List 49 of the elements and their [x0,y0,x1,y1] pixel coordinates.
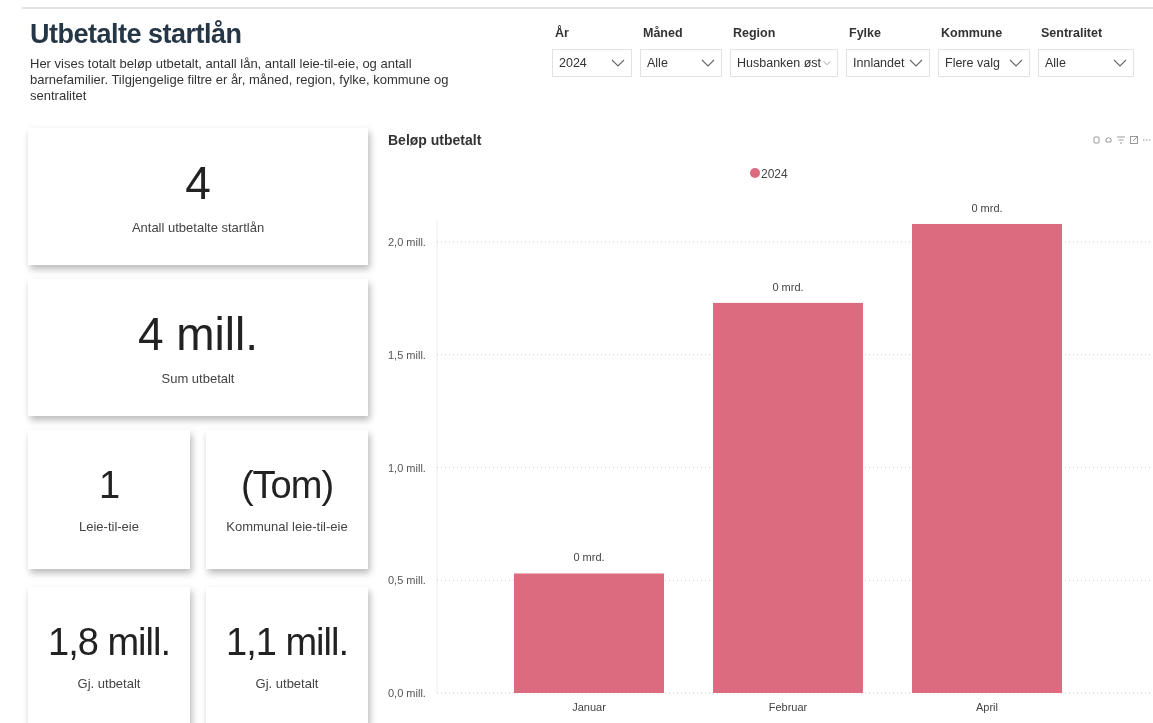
filter-label: Kommune [940,26,1004,40]
kpi-value: (Tom) [240,465,334,507]
legend-label: 2024 [761,166,789,181]
page-title: Utbetalte startlån [30,19,243,50]
y-axis-label: 0,5 mill. [388,574,426,587]
page-description: Her vises totalt beløp utbetalt, antall lån, antall leie-til-eie, og antall barnefamilier. Tilgjengelige filtre er år, måned, region, fylke, kommune og sentralitet [30,56,450,104]
kpi-label: Gj. utbetalt [77,675,141,691]
chevron-down-icon [701,59,715,67]
kpi-value: 1,8 mill. [48,622,170,664]
filter-icon[interactable] [1117,136,1125,144]
kpi-label: Gj. utbetalt [255,675,319,691]
kpi-value: 1 [98,465,120,507]
chevron-down-icon [909,59,923,67]
kpi-label: Kommunal leie-til-eie [226,518,348,534]
bar-value-label: 0 mrd. [772,280,804,293]
kpi-value: 4 mill. [137,308,259,360]
bar-value-label: 0 mrd. [573,551,605,564]
filter-dropdown[interactable]: Flere valg [938,49,1030,77]
chevron-down-icon [823,59,831,67]
kpi-label: Antall utbetalte startlån [131,220,265,236]
filter-label: Sentralitet [1040,26,1104,40]
bar-value-label: 0 mrd. [971,201,1003,214]
chart-title: Beløp utbetalt [388,132,482,148]
filter-label: Fylke [848,26,882,40]
filter-label: Region [732,26,777,40]
kpi-label: Leie-til-eie [79,518,139,534]
x-axis-label: April [976,701,998,713]
filter-dropdown[interactable]: Innlandet [846,49,930,77]
kpi-label: Sum utbetalt [161,371,235,387]
filter-dropdown[interactable]: Alle [1038,49,1134,77]
kpi-value: 4 [185,157,211,209]
y-axis-label: 1,5 mill. [388,348,426,361]
filter-dropdown[interactable]: Husbanken øst [730,49,838,77]
filter-dropdown[interactable]: Alle [640,49,722,77]
chart-legend: 2024 [750,166,788,181]
chevron-down-icon [1113,59,1127,67]
filter-label: År [554,26,570,40]
y-axis-label: 2,0 mill. [388,236,426,248]
chevron-down-icon [611,59,625,67]
filter-label: Måned [642,26,684,40]
y-axis-label: 1,0 mill. [388,461,426,474]
expand-icon[interactable] [1130,136,1138,144]
chevron-down-icon [1009,59,1023,67]
x-axis-label: Februar [768,701,808,713]
filter-dropdown[interactable]: 2024 [552,49,632,77]
kpi-value: 1,1 mill. [226,622,348,664]
y-axis-label: 0,0 mill. [388,687,426,699]
more-icon[interactable] [1143,136,1151,144]
x-axis-label: Januar [572,701,606,713]
